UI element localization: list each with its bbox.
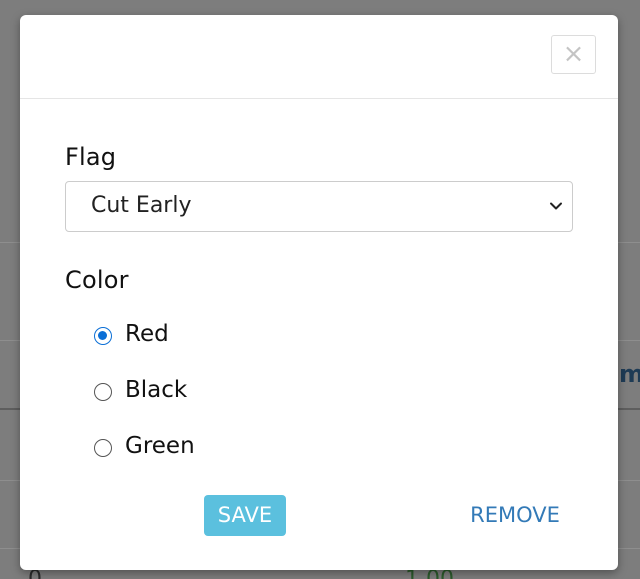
flag-label: Flag bbox=[65, 143, 117, 171]
chevron-down-icon bbox=[550, 202, 562, 210]
color-label: Color bbox=[65, 266, 129, 294]
radio-label-red: Red bbox=[125, 321, 169, 347]
flag-select[interactable]: Cut Early bbox=[65, 181, 573, 232]
radio-label-green: Green bbox=[125, 433, 195, 459]
radio-button-red[interactable] bbox=[94, 327, 112, 345]
flag-modal: × Flag Cut Early Color Red Black Green S… bbox=[20, 15, 618, 570]
radio-button-green[interactable] bbox=[94, 439, 112, 457]
radio-button-black[interactable] bbox=[94, 383, 112, 401]
close-button[interactable]: × bbox=[551, 35, 596, 74]
remove-button[interactable]: REMOVE bbox=[460, 495, 570, 536]
close-icon: × bbox=[562, 39, 585, 69]
background-heading-fragment: m bbox=[619, 360, 640, 388]
save-button[interactable]: SAVE bbox=[204, 495, 286, 536]
modal-header: × bbox=[20, 15, 618, 99]
radio-label-black: Black bbox=[125, 377, 188, 403]
flag-selected-value: Cut Early bbox=[91, 193, 192, 218]
